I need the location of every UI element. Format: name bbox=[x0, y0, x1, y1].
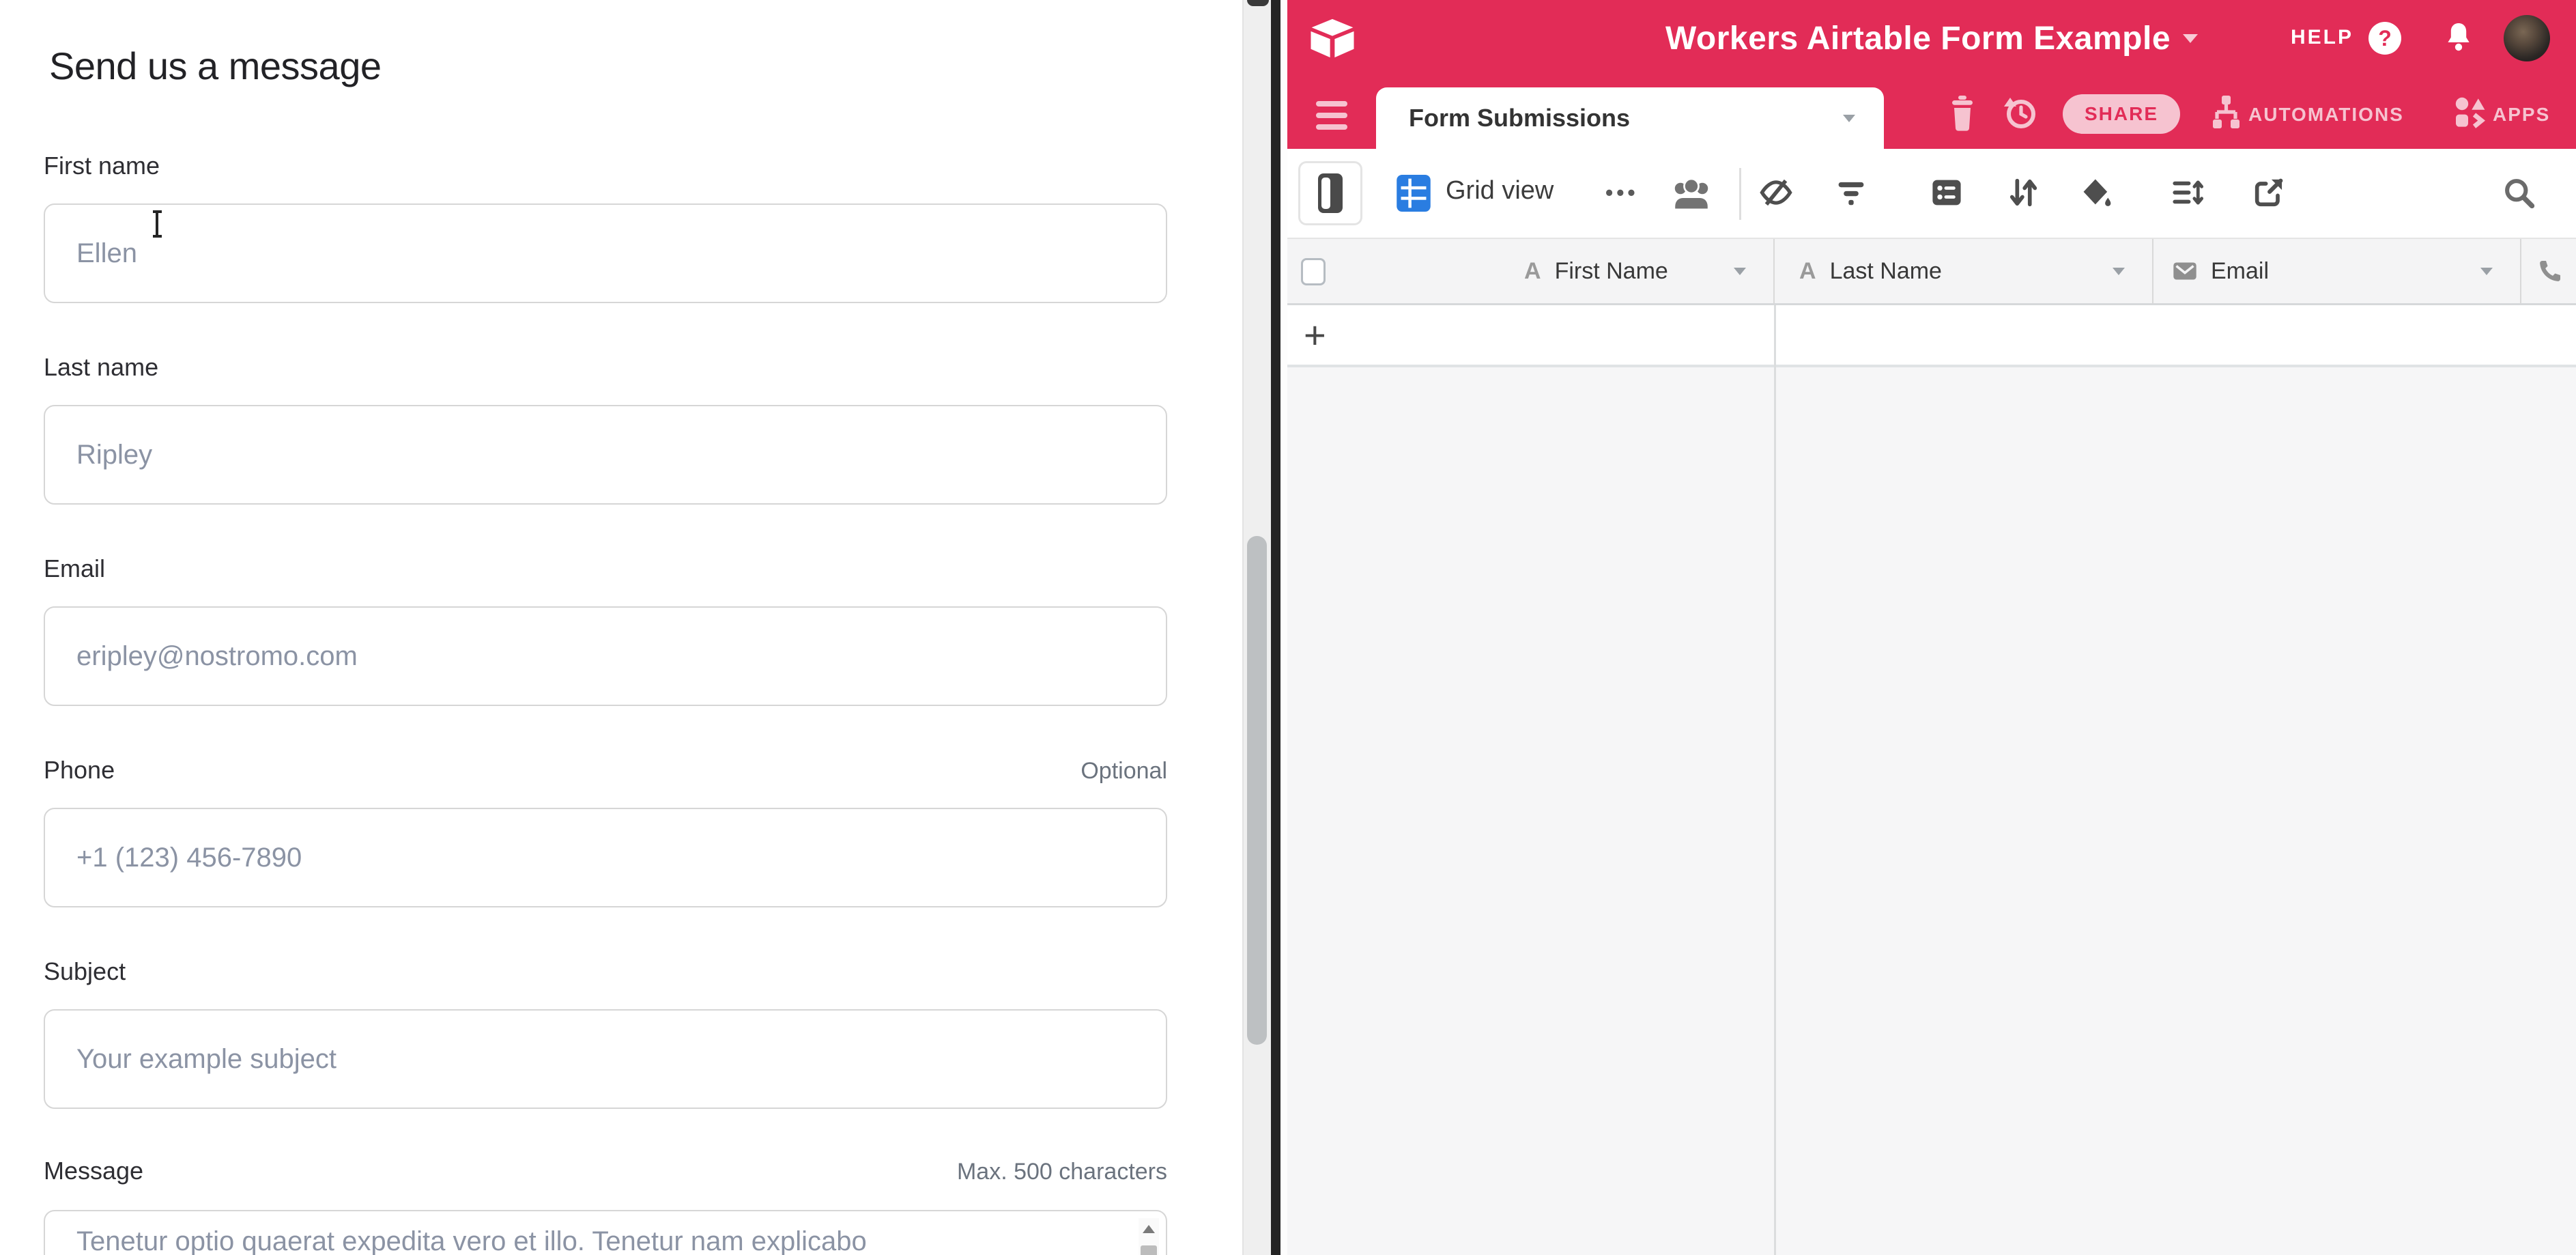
hamburger-menu-icon[interactable] bbox=[1316, 101, 1347, 130]
view-toolbar: Grid view ••• bbox=[1287, 149, 2576, 238]
chevron-down-icon bbox=[1734, 268, 1746, 275]
view-name-button[interactable]: Grid view bbox=[1446, 176, 1554, 206]
email-field-icon bbox=[2171, 257, 2199, 285]
airtable-table-bar: Form Submissions SHARE bbox=[1287, 76, 2576, 149]
chevron-down-icon bbox=[1843, 115, 1855, 122]
subject-label-row: Subject bbox=[44, 957, 1167, 986]
message-placeholder: Tenetur optio quaerat expedita vero et i… bbox=[76, 1226, 867, 1255]
grid-empty-area bbox=[1287, 367, 2576, 1255]
window-edge bbox=[1280, 0, 1287, 1255]
email-label-row: Email bbox=[44, 554, 1167, 583]
search-icon[interactable] bbox=[2501, 175, 2536, 210]
text-cursor-icon bbox=[150, 210, 164, 238]
phone-field-icon bbox=[2536, 257, 2564, 285]
toolbar-divider bbox=[1739, 168, 1741, 220]
group-icon[interactable] bbox=[1929, 175, 1964, 210]
phone-label-row: Phone Optional bbox=[44, 756, 1167, 785]
phone-input[interactable] bbox=[44, 808, 1167, 907]
help-question-icon[interactable]: ? bbox=[2369, 22, 2401, 55]
notifications-bell-icon[interactable] bbox=[2442, 19, 2475, 57]
phone-optional-hint: Optional bbox=[1081, 758, 1167, 785]
email-label: Email bbox=[44, 554, 105, 583]
scrollbar-top-cap bbox=[1247, 0, 1269, 6]
share-button[interactable]: SHARE bbox=[2063, 94, 2180, 134]
question-mark: ? bbox=[2378, 26, 2392, 51]
hide-fields-icon[interactable] bbox=[1758, 175, 1794, 210]
last-name-label: Last name bbox=[44, 353, 158, 382]
view-sidebar-toggle-button[interactable] bbox=[1298, 161, 1362, 225]
grid-view-icon bbox=[1395, 172, 1432, 214]
column-header-email[interactable]: Email bbox=[2153, 239, 2521, 303]
airtable-top-bar: Workers Airtable Form Example HELP ? bbox=[1287, 0, 2576, 76]
last-name-label-row: Last name bbox=[44, 353, 1167, 382]
window-divider bbox=[1271, 0, 1280, 1255]
message-scrollbar[interactable] bbox=[1139, 1218, 1159, 1255]
airtable-window: Workers Airtable Form Example HELP ? For… bbox=[1287, 0, 2576, 1255]
share-view-icon[interactable] bbox=[2251, 175, 2287, 210]
select-all-checkbox[interactable] bbox=[1301, 258, 1326, 285]
column-name: Last Name bbox=[1830, 258, 1942, 285]
color-icon[interactable] bbox=[2079, 175, 2115, 210]
grid-column-headers: A First Name A Last Name Email bbox=[1287, 239, 2576, 305]
subject-label: Subject bbox=[44, 957, 126, 986]
view-more-menu[interactable]: ••• bbox=[1605, 180, 1639, 206]
text-field-icon: A bbox=[1799, 258, 1816, 285]
filter-icon[interactable] bbox=[1833, 175, 1869, 210]
frozen-column-divider[interactable] bbox=[1774, 305, 1776, 1255]
share-label: SHARE bbox=[2085, 103, 2158, 125]
sidebar-panel-icon bbox=[1318, 173, 1343, 213]
base-title: Workers Airtable Form Example bbox=[1665, 20, 2171, 57]
message-label: Message bbox=[44, 1157, 143, 1185]
trash-icon[interactable] bbox=[1947, 94, 1978, 132]
contact-form-pane: Send us a message First name Last name E… bbox=[0, 0, 1242, 1255]
automations-icon[interactable] bbox=[2210, 94, 2242, 131]
column-header-first-name[interactable]: A First Name bbox=[1343, 239, 1775, 303]
first-name-label: First name bbox=[44, 152, 160, 180]
active-table-name: Form Submissions bbox=[1409, 104, 1630, 132]
chevron-down-icon bbox=[2183, 34, 2198, 43]
message-label-row: Message Max. 500 characters bbox=[44, 1157, 1167, 1185]
help-button[interactable]: HELP bbox=[2291, 26, 2353, 49]
screen: Send us a message First name Last name E… bbox=[0, 0, 2576, 1255]
collaborators-icon[interactable] bbox=[1670, 175, 1713, 213]
column-name: First Name bbox=[1555, 258, 1668, 285]
sort-icon[interactable] bbox=[2005, 175, 2041, 210]
scroll-up-arrow-icon[interactable] bbox=[1143, 1225, 1155, 1233]
form-heading: Send us a message bbox=[49, 44, 381, 88]
chevron-down-icon bbox=[2113, 268, 2125, 275]
automations-button[interactable]: AUTOMATIONS bbox=[2248, 104, 2404, 126]
tab-form-submissions[interactable]: Form Submissions bbox=[1376, 87, 1884, 149]
column-header-phone[interactable]: Phone bbox=[2521, 239, 2576, 303]
apps-icon[interactable] bbox=[2453, 96, 2486, 130]
left-pane-scrollbar-thumb[interactable] bbox=[1247, 536, 1267, 1045]
first-name-label-row: First name bbox=[44, 152, 1167, 180]
phone-label: Phone bbox=[44, 756, 115, 785]
column-header-last-name[interactable]: A Last Name bbox=[1775, 239, 2153, 303]
chevron-down-icon bbox=[2480, 268, 2493, 275]
apps-button[interactable]: APPS bbox=[2493, 104, 2550, 126]
message-maxchars-hint: Max. 500 characters bbox=[957, 1159, 1167, 1185]
subject-input[interactable] bbox=[44, 1009, 1167, 1109]
message-textarea[interactable]: Tenetur optio quaerat expedita vero et i… bbox=[44, 1210, 1167, 1255]
user-avatar[interactable] bbox=[2504, 15, 2550, 61]
add-record-row[interactable]: + bbox=[1287, 305, 2576, 367]
column-name: Email bbox=[2211, 258, 2269, 285]
first-name-input[interactable] bbox=[44, 203, 1167, 303]
history-icon[interactable] bbox=[2003, 96, 2038, 131]
add-record-plus-icon: + bbox=[1304, 316, 1326, 354]
row-height-icon[interactable] bbox=[2169, 175, 2205, 210]
text-field-icon: A bbox=[1524, 258, 1541, 285]
message-scrollbar-thumb[interactable] bbox=[1141, 1245, 1157, 1255]
email-field[interactable] bbox=[44, 606, 1167, 706]
last-name-input[interactable] bbox=[44, 405, 1167, 505]
